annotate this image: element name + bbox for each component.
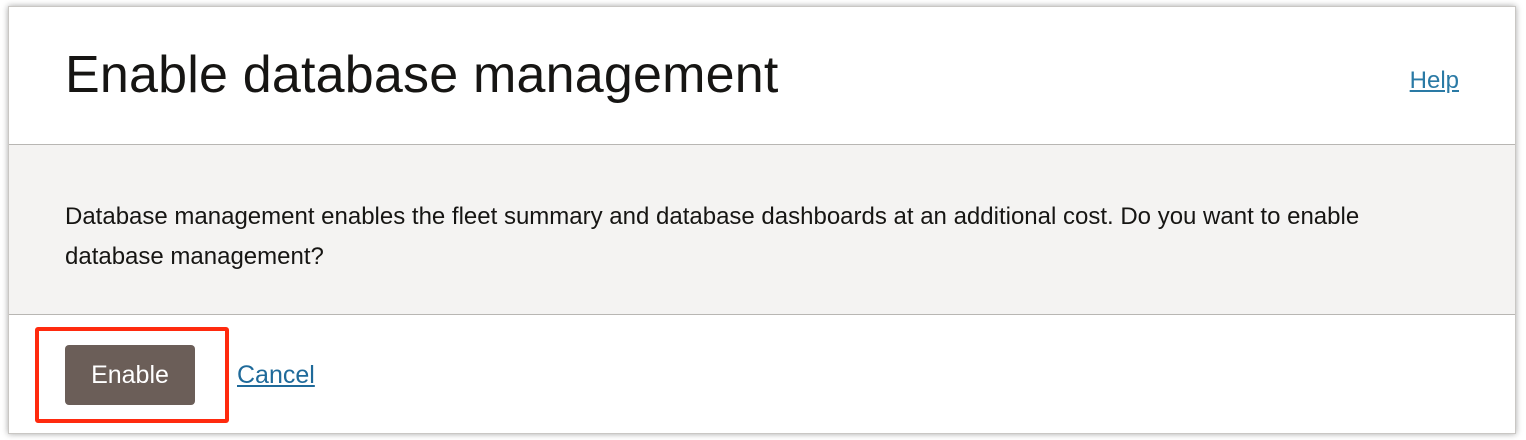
dialog-header: Enable database management Help [9,7,1515,145]
help-link[interactable]: Help [1410,67,1459,95]
dialog-title: Enable database management [65,46,779,104]
enable-button[interactable]: Enable [65,345,195,405]
cancel-link[interactable]: Cancel [237,361,315,390]
dialog-footer: Enable Cancel [9,315,1515,433]
dialog-body: Database management enables the fleet su… [9,145,1515,315]
dialog-message: Database management enables the fleet su… [65,203,1360,270]
enable-database-management-dialog: Enable database management Help Database… [8,6,1516,434]
